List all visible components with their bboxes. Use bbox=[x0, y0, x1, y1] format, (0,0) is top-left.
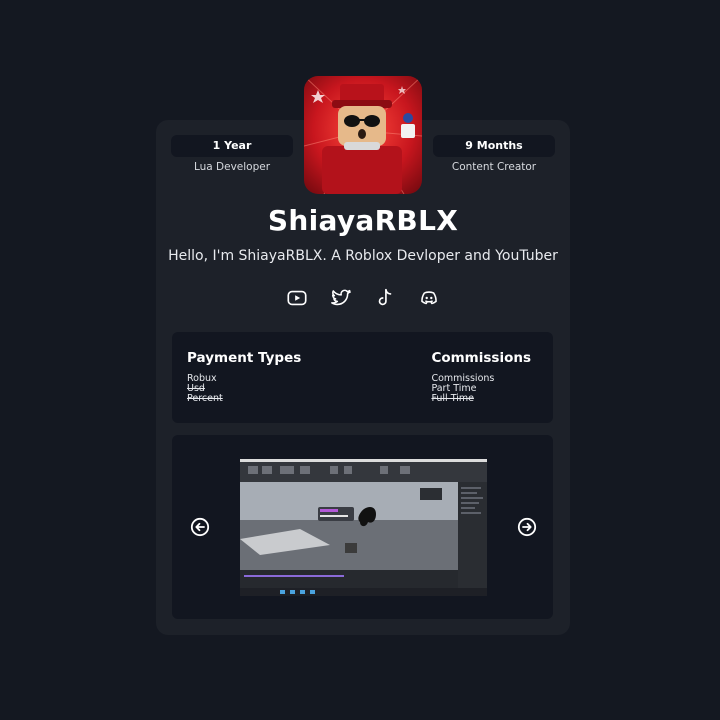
avatar bbox=[304, 76, 422, 194]
tiktok-icon[interactable] bbox=[374, 287, 396, 309]
gallery-panel bbox=[172, 435, 553, 619]
arrow-left-circle-icon[interactable] bbox=[190, 517, 210, 537]
stat-label: Content Creator bbox=[451, 161, 537, 173]
stat-value: 9 Months bbox=[433, 135, 555, 157]
discord-icon[interactable] bbox=[418, 287, 440, 309]
bio: Hello, I'm ShiayaRBLX. A Roblox Devloper… bbox=[168, 248, 558, 264]
avatar-image bbox=[304, 76, 422, 194]
commission-item: Full Time bbox=[431, 393, 474, 404]
stat-value: 1 Year bbox=[171, 135, 293, 157]
stat-content-creator: 9 Months Content Creator bbox=[433, 135, 555, 173]
studio-screenshot-image bbox=[240, 459, 487, 596]
youtube-icon[interactable] bbox=[286, 287, 308, 309]
info-panel: Payment Types Robux Usd Percent Commissi… bbox=[172, 332, 553, 423]
twitter-icon[interactable] bbox=[330, 287, 352, 309]
stat-label: Lua Developer bbox=[193, 161, 271, 173]
payment-item: Percent bbox=[187, 393, 223, 404]
commissions-title: Commissions bbox=[431, 350, 531, 366]
payment-types-title: Payment Types bbox=[187, 350, 302, 366]
gallery-screenshot bbox=[240, 459, 487, 596]
payment-types: Payment Types Robux Usd Percent bbox=[187, 350, 301, 404]
username: ShiayaRBLX bbox=[267, 204, 459, 237]
stat-lua-developer: 1 Year Lua Developer bbox=[171, 135, 293, 173]
arrow-right-circle-icon[interactable] bbox=[517, 517, 537, 537]
social-links bbox=[284, 287, 444, 309]
commissions: Commissions Commissions Part Time Full T… bbox=[431, 350, 531, 404]
